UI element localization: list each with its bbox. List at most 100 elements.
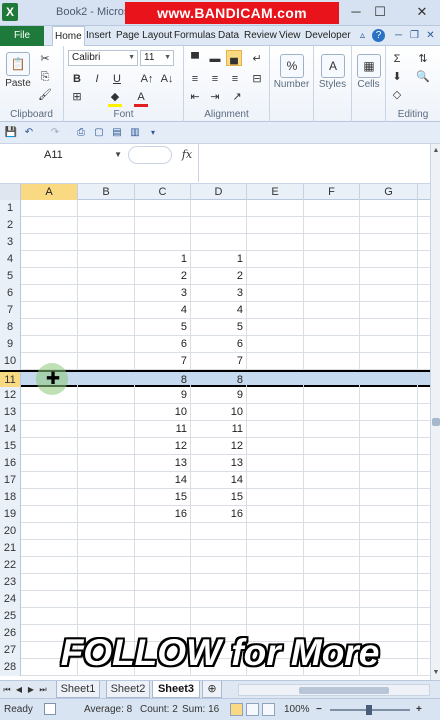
save-icon[interactable]: 💾 xyxy=(4,126,18,140)
cell-c[interactable] xyxy=(135,217,191,234)
cell-e[interactable] xyxy=(247,302,304,319)
cell-e[interactable] xyxy=(247,455,304,472)
cell-g[interactable] xyxy=(360,506,418,523)
table-row[interactable]: 22 xyxy=(0,557,430,574)
cell-b[interactable] xyxy=(78,421,135,438)
cell-e[interactable] xyxy=(247,200,304,217)
cell-b[interactable] xyxy=(78,489,135,506)
tab-home[interactable]: Home xyxy=(52,26,85,47)
cell-f[interactable] xyxy=(304,523,360,540)
cell-d[interactable]: 3 xyxy=(191,285,247,302)
cell-e[interactable] xyxy=(247,574,304,591)
first-sheet-icon[interactable]: ⏮ xyxy=(2,683,12,697)
cell-e[interactable] xyxy=(247,489,304,506)
cell-d[interactable]: 9 xyxy=(191,387,247,404)
row-header[interactable]: 16 xyxy=(0,455,21,472)
cell-g[interactable] xyxy=(360,591,418,608)
cell-c[interactable] xyxy=(135,591,191,608)
cell-a[interactable] xyxy=(21,251,78,268)
cell-c[interactable]: 2 xyxy=(135,268,191,285)
cell-b[interactable] xyxy=(78,200,135,217)
cell-a[interactable] xyxy=(21,506,78,523)
row-header[interactable]: 1 xyxy=(0,200,21,217)
fill-icon[interactable]: ⬇ xyxy=(390,70,404,84)
insert-sheet-icon[interactable]: ⊕ xyxy=(202,681,222,698)
cell-g[interactable] xyxy=(360,523,418,540)
cell-a[interactable] xyxy=(21,472,78,489)
column-header-f[interactable]: F xyxy=(304,184,360,200)
cell-a[interactable] xyxy=(21,336,78,353)
row-header[interactable]: 15 xyxy=(0,438,21,455)
styles-button[interactable]: A xyxy=(318,54,348,80)
font-color-button[interactable]: A xyxy=(134,90,148,107)
tab-view[interactable]: View xyxy=(277,26,303,46)
cell-c[interactable]: 1 xyxy=(135,251,191,268)
cell-e[interactable] xyxy=(247,506,304,523)
column-header-c[interactable]: C xyxy=(135,184,191,200)
cell-g[interactable] xyxy=(360,251,418,268)
cell-g[interactable] xyxy=(360,455,418,472)
row-header[interactable]: 23 xyxy=(0,574,21,591)
cell-e[interactable] xyxy=(247,353,304,370)
cell-d[interactable] xyxy=(191,608,247,625)
cell-f[interactable] xyxy=(304,302,360,319)
row-header[interactable]: 18 xyxy=(0,489,21,506)
sheet-tab-sheet2[interactable]: Sheet2 xyxy=(106,681,150,698)
window-minimize-icon[interactable]: ─ xyxy=(392,29,405,42)
insert-function-button[interactable]: fx xyxy=(178,146,196,164)
cell-c[interactable]: 15 xyxy=(135,489,191,506)
clear-icon[interactable]: ◇ xyxy=(390,88,404,102)
table-row[interactable]: 25 xyxy=(0,608,430,625)
align-bottom-icon[interactable]: ▄ xyxy=(226,50,242,66)
row-header[interactable]: 9 xyxy=(0,336,21,353)
cell-b[interactable] xyxy=(78,608,135,625)
cell-a[interactable] xyxy=(21,489,78,506)
cell-f[interactable] xyxy=(304,608,360,625)
vertical-scrollbar[interactable]: ▲ ▼ xyxy=(430,144,440,680)
cell-b[interactable] xyxy=(78,217,135,234)
tab-data[interactable]: Data xyxy=(216,26,241,46)
cell-g[interactable] xyxy=(360,472,418,489)
cell-g[interactable] xyxy=(360,302,418,319)
align-right-icon[interactable]: ≡ xyxy=(228,72,242,86)
wrap-text-icon[interactable]: ↵ xyxy=(250,52,264,66)
column-header-a[interactable]: A xyxy=(21,184,78,200)
cell-d[interactable]: 12 xyxy=(191,438,247,455)
cell-c[interactable]: 5 xyxy=(135,319,191,336)
cell-f[interactable] xyxy=(304,319,360,336)
cell-g[interactable] xyxy=(360,200,418,217)
cell-g[interactable] xyxy=(360,489,418,506)
cell-f[interactable] xyxy=(304,353,360,370)
cell-b[interactable] xyxy=(78,251,135,268)
cell-b[interactable] xyxy=(78,591,135,608)
table-row[interactable]: 8 55 xyxy=(0,319,430,336)
cell-a[interactable] xyxy=(21,608,78,625)
ribbon-collapse-icon[interactable]: ▵ xyxy=(356,29,369,42)
cell-c[interactable] xyxy=(135,557,191,574)
cell-f[interactable] xyxy=(304,574,360,591)
cell-c[interactable] xyxy=(135,234,191,251)
cell-e[interactable] xyxy=(247,540,304,557)
window-restore-icon[interactable]: ❐ xyxy=(408,29,421,42)
filter-icon[interactable]: ▥ xyxy=(128,126,142,140)
row-header[interactable]: 8 xyxy=(0,319,21,336)
cell-d[interactable] xyxy=(191,557,247,574)
cell-c[interactable] xyxy=(135,200,191,217)
cell-e[interactable] xyxy=(247,285,304,302)
shrink-font-icon[interactable]: A↓ xyxy=(160,72,174,86)
cell-c[interactable]: 7 xyxy=(135,353,191,370)
cell-c[interactable]: 6 xyxy=(135,336,191,353)
macro-record-icon[interactable] xyxy=(44,703,56,715)
table-row[interactable]: 9 66 xyxy=(0,336,430,353)
cell-d[interactable]: 10 xyxy=(191,404,247,421)
table-row[interactable]: 16 13 13 xyxy=(0,455,430,472)
cell-e[interactable] xyxy=(247,234,304,251)
copy-icon[interactable]: ⎘ xyxy=(38,70,52,84)
cell-e[interactable] xyxy=(247,319,304,336)
cell-g[interactable] xyxy=(360,234,418,251)
cell-f[interactable] xyxy=(304,285,360,302)
table-row[interactable]: 19 16 16 xyxy=(0,506,430,523)
cell-b[interactable] xyxy=(78,285,135,302)
worksheet-grid[interactable]: 1 2 3 4 1 1 5 2 2 6 3 3 7 4 4 8 5 5 9 6 6 10 7 7 11 8 8 12 9 9 13 10 10 1… xyxy=(0,200,430,680)
cell-f[interactable] xyxy=(304,591,360,608)
